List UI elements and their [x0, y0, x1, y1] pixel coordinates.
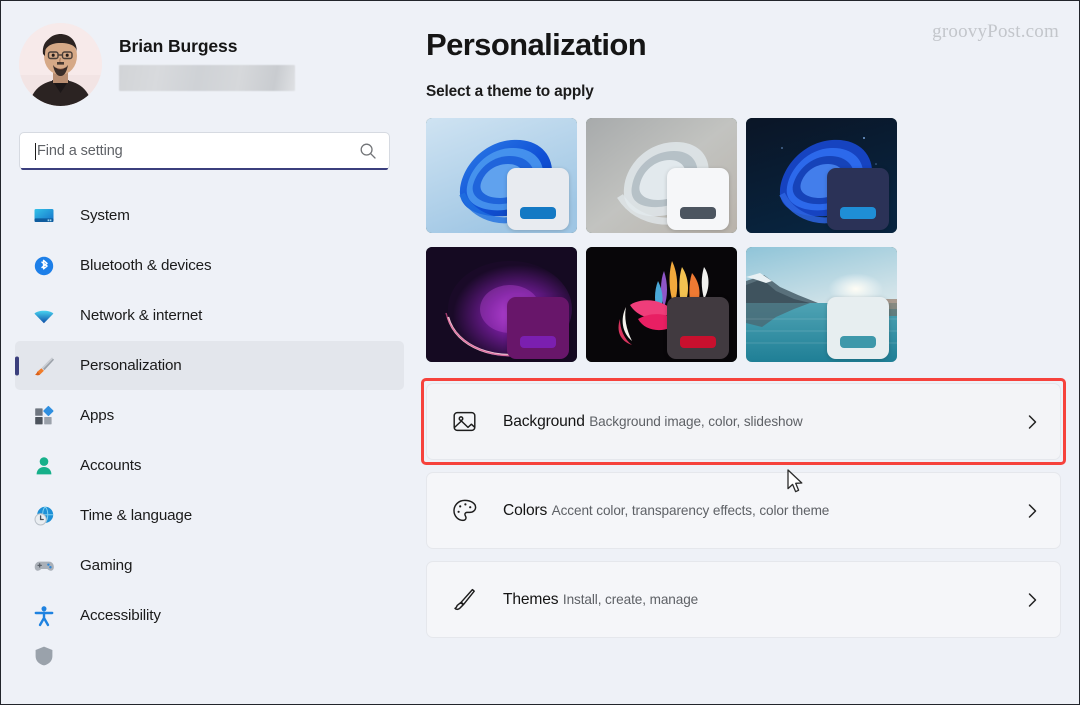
theme-preview-tile	[507, 168, 569, 231]
row-shell-colors: Colors Accent color, transparency effect…	[426, 472, 1061, 550]
row-text: Colors Accent color, transparency effect…	[503, 500, 1022, 521]
search-container	[19, 132, 400, 172]
palette-icon	[449, 496, 479, 526]
theme-preview-tile	[667, 168, 729, 231]
accessibility-icon	[33, 605, 55, 627]
sidebar-item-network-internet[interactable]: Network & internet	[15, 291, 404, 340]
sidebar-item-label: Accounts	[80, 457, 142, 474]
row-subtitle: Background image, color, slideshow	[589, 414, 803, 430]
sidebar-item-privacy-security[interactable]	[15, 641, 404, 671]
search-input[interactable]	[37, 143, 359, 159]
sidebar-item-label: Personalization	[80, 357, 182, 374]
theme-accent-bar	[520, 336, 556, 349]
clock-globe-icon	[33, 505, 55, 527]
chevron-right-icon[interactable]	[1022, 502, 1042, 520]
sidebar-item-gaming[interactable]: Gaming	[15, 541, 404, 590]
row-title: Background	[503, 413, 585, 431]
row-title: Colors	[503, 502, 548, 520]
row-title: Themes	[503, 591, 559, 609]
paintbrush-icon	[33, 355, 55, 377]
theme-accent-bar	[680, 207, 716, 220]
paintbrush-outline-icon	[449, 585, 479, 615]
text-caret	[35, 142, 36, 160]
settings-row-background[interactable]: Background Background image, color, slid…	[426, 383, 1061, 461]
watermark: groovyPost.com	[932, 21, 1059, 42]
sidebar-item-personalization[interactable]: Personalization	[15, 341, 404, 390]
theme-preview-tile	[667, 297, 729, 360]
settings-row-colors[interactable]: Colors Accent color, transparency effect…	[426, 472, 1061, 550]
row-subtitle: Install, create, manage	[562, 592, 699, 608]
row-shell-background: Background Background image, color, slid…	[421, 378, 1066, 466]
chevron-right-icon[interactable]	[1022, 591, 1042, 609]
sidebar-item-label: System	[80, 207, 130, 224]
row-shell-themes: Themes Install, create, manage	[426, 561, 1061, 639]
sidebar-item-label: Accessibility	[80, 607, 161, 624]
row-subtitle: Accent color, transparency effects, colo…	[551, 503, 830, 519]
profile-text: Brian Burgess	[119, 35, 295, 92]
sidebar-item-label: Time & language	[80, 507, 193, 524]
profile-email-redacted	[119, 65, 295, 92]
sidebar: Brian Burgess Find a setting System Blue…	[1, 1, 418, 704]
settings-row-themes[interactable]: Themes Install, create, manage	[426, 561, 1061, 639]
sidebar-item-label: Apps	[80, 407, 115, 424]
theme-accent-bar	[680, 336, 716, 349]
avatar[interactable]	[19, 22, 102, 106]
theme-card[interactable]	[426, 118, 577, 234]
theme-preview-tile	[507, 297, 569, 360]
sidebar-nav: System Bluetooth & devices Network & int…	[1, 191, 418, 671]
sidebar-item-label: Network & internet	[80, 307, 203, 324]
theme-card[interactable]	[746, 247, 897, 363]
sidebar-item-label: Gaming	[80, 557, 133, 574]
search-icon[interactable]	[359, 142, 377, 160]
sidebar-item-time-language[interactable]: Time & language	[15, 491, 404, 540]
theme-card[interactable]	[426, 247, 577, 363]
theme-card[interactable]	[586, 118, 737, 234]
sidebar-item-accounts[interactable]: Accounts	[15, 441, 404, 490]
monitor-icon	[33, 205, 55, 227]
gamepad-icon	[33, 555, 55, 577]
theme-accent-bar	[840, 207, 876, 220]
theme-grid	[426, 118, 1061, 363]
theme-card[interactable]	[586, 247, 737, 363]
section-label: Select a theme to apply	[426, 83, 594, 101]
settings-window: Brian Burgess Find a setting System Blue…	[0, 0, 1080, 705]
theme-card[interactable]	[746, 118, 897, 234]
settings-rows: Background Background image, color, slid…	[421, 378, 1066, 639]
profile-name: Brian Burgess	[119, 35, 238, 56]
sidebar-item-label: Bluetooth & devices	[80, 257, 212, 274]
search-box[interactable]	[19, 132, 390, 170]
sidebar-item-apps[interactable]: Apps	[15, 391, 404, 440]
sidebar-item-accessibility[interactable]: Accessibility	[15, 591, 404, 640]
bluetooth-icon	[33, 255, 55, 277]
wifi-icon	[33, 305, 55, 327]
sidebar-item-bluetooth-devices[interactable]: Bluetooth & devices	[15, 241, 404, 290]
picture-icon	[449, 407, 479, 437]
theme-accent-bar	[840, 336, 876, 349]
user-profile[interactable]: Brian Burgess	[1, 18, 418, 110]
theme-preview-tile	[827, 297, 889, 360]
shield-icon	[33, 645, 55, 667]
apps-grid-icon	[33, 405, 55, 427]
person-icon	[33, 455, 55, 477]
chevron-right-icon[interactable]	[1022, 413, 1042, 431]
sidebar-item-system[interactable]: System	[15, 191, 404, 240]
search-focus-underline	[21, 167, 388, 170]
row-text: Themes Install, create, manage	[503, 589, 1022, 610]
theme-preview-tile	[827, 168, 889, 231]
row-text: Background Background image, color, slid…	[503, 411, 1022, 432]
theme-accent-bar	[520, 207, 556, 220]
main-content: groovyPost.com Personalization Select a …	[418, 1, 1079, 704]
